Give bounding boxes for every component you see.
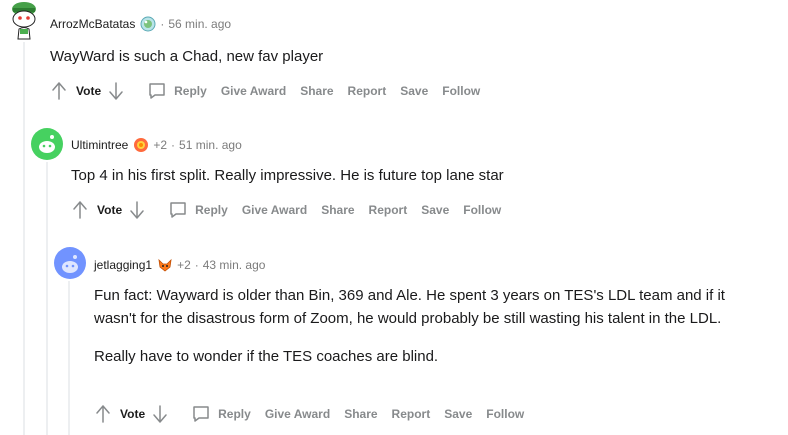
reply-label: Reply [174, 84, 207, 98]
username[interactable]: ArrozMcBatatas [50, 17, 135, 31]
give-award-button[interactable]: Give Award [242, 203, 307, 217]
arrow-down-icon [153, 405, 167, 423]
avatar[interactable] [8, 2, 40, 40]
reply-button[interactable]: Reply [191, 404, 251, 424]
share-button[interactable]: Share [300, 84, 333, 98]
timestamp[interactable]: 43 min. ago [203, 258, 266, 272]
bubble-award-icon[interactable] [140, 16, 156, 32]
username[interactable]: Ultimintree [71, 138, 128, 152]
save-button[interactable]: Save [444, 407, 472, 421]
give-award-button[interactable]: Give Award [221, 84, 286, 98]
username[interactable]: jetlagging1 [94, 258, 152, 272]
arrow-down-icon [109, 82, 123, 100]
reply-button[interactable]: Reply [147, 81, 207, 101]
timestamp[interactable]: 56 min. ago [168, 17, 231, 31]
upvote-button[interactable] [92, 403, 114, 425]
avatar[interactable] [54, 247, 86, 279]
comment-bubble-icon [193, 406, 209, 422]
comment-body: Fun fact: Wayward is older than Bin, 369… [94, 284, 754, 368]
reply-label: Reply [218, 407, 251, 421]
report-button[interactable]: Report [392, 407, 431, 421]
save-button[interactable]: Save [400, 84, 428, 98]
separator: · [194, 258, 199, 272]
downvote-button[interactable] [126, 199, 148, 221]
save-button[interactable]: Save [421, 203, 449, 217]
comment-actions: Vote Reply Give Award Share Report Save … [69, 198, 501, 222]
separator: · [171, 138, 176, 152]
snoo-avatar-icon [39, 135, 55, 153]
snoo-avatar-icon [12, 2, 36, 40]
arrow-up-icon [52, 82, 66, 100]
downvote-button[interactable] [105, 80, 127, 102]
thread-line-2[interactable] [46, 162, 48, 435]
comment-meta: Ultimintree +2 · 51 min. ago [71, 137, 242, 153]
separator: · [160, 17, 165, 31]
comment-paragraph: Really have to wonder if the TES coaches… [94, 348, 439, 365]
comment-paragraph: WayWard is such a Chad, new fav player [50, 48, 324, 65]
follow-button[interactable]: Follow [442, 84, 480, 98]
comment-body: Top 4 in his first split. Really impress… [71, 164, 771, 187]
flower-award-icon[interactable] [133, 137, 149, 153]
thread-line-1[interactable] [23, 42, 25, 435]
vote-count: Vote [97, 203, 123, 217]
arrow-up-icon [73, 201, 87, 219]
fox-award-icon[interactable] [157, 257, 173, 273]
report-button[interactable]: Report [369, 203, 408, 217]
award-count: +2 [177, 258, 191, 272]
share-button[interactable]: Share [321, 203, 354, 217]
follow-button[interactable]: Follow [486, 407, 524, 421]
comment-actions: Vote Reply Give Award Share Report Save … [92, 402, 524, 426]
upvote-button[interactable] [69, 199, 91, 221]
award-count: +2 [153, 138, 168, 152]
downvote-button[interactable] [149, 403, 171, 425]
give-award-button[interactable]: Give Award [265, 407, 330, 421]
upvote-button[interactable] [48, 80, 70, 102]
arrow-up-icon [96, 405, 110, 423]
report-button[interactable]: Report [348, 84, 387, 98]
comment-body: WayWard is such a Chad, new fav player [50, 45, 750, 68]
reply-label: Reply [195, 203, 228, 217]
avatar[interactable] [31, 128, 63, 160]
arrow-down-icon [130, 201, 144, 219]
vote-count: Vote [120, 407, 146, 421]
comment-meta: jetlagging1 +2 · 43 min. ago [94, 257, 265, 273]
share-button[interactable]: Share [344, 407, 377, 421]
snoo-avatar-icon [62, 255, 78, 273]
comment-paragraph: Top 4 in his first split. Really impress… [71, 167, 504, 184]
comment-bubble-icon [170, 202, 186, 218]
reply-button[interactable]: Reply [168, 200, 228, 220]
comment-paragraph: Fun fact: Wayward is older than Bin, 369… [94, 287, 725, 327]
thread-line-3[interactable] [68, 281, 70, 435]
comment-actions: Vote Reply Give Award Share Report Save … [48, 79, 480, 103]
vote-count: Vote [76, 84, 102, 98]
follow-button[interactable]: Follow [463, 203, 501, 217]
comment-meta: ArrozMcBatatas · 56 min. ago [50, 16, 231, 32]
timestamp[interactable]: 51 min. ago [179, 138, 242, 152]
comment-bubble-icon [149, 83, 165, 99]
